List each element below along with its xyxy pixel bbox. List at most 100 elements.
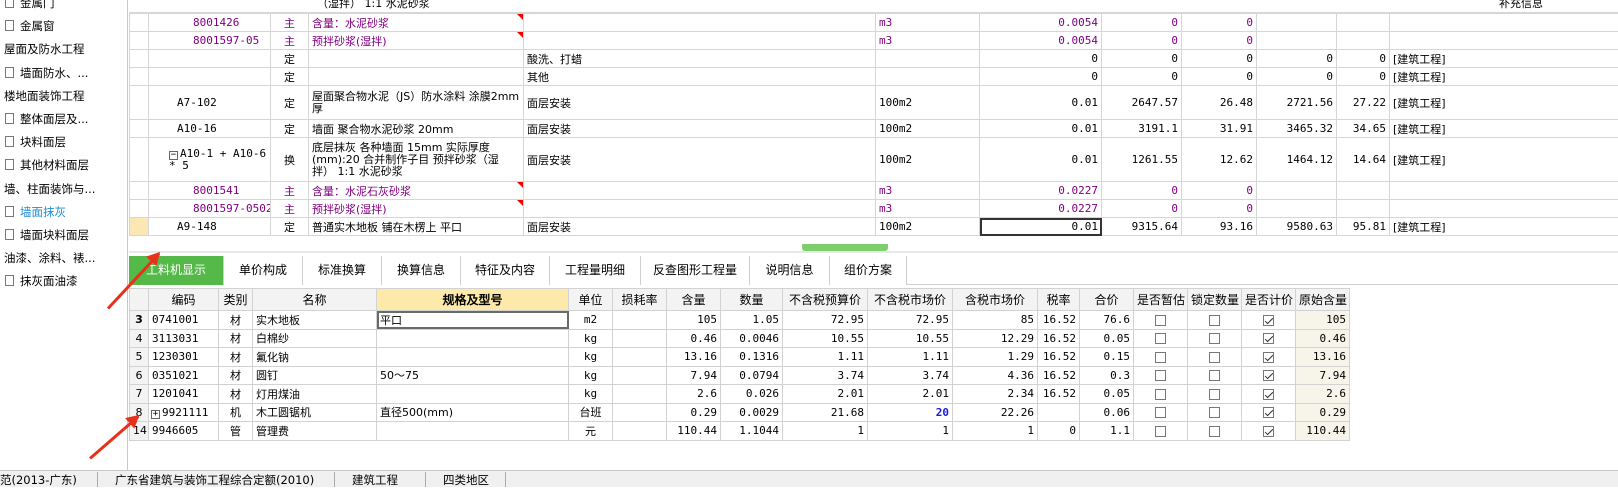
name-cell[interactable]: 含量：水泥砂浆 xyxy=(309,14,524,32)
lock-cell[interactable] xyxy=(1188,403,1242,422)
category-cell[interactable]: [建筑工程] xyxy=(1390,50,1618,68)
spec-cell[interactable] xyxy=(377,329,569,348)
type-cell[interactable]: 主 xyxy=(271,200,309,218)
checkbox[interactable] xyxy=(1263,370,1274,381)
priced-cell[interactable] xyxy=(1242,311,1296,330)
row-indicator[interactable] xyxy=(130,200,149,218)
table-row[interactable]: 8001597-05主预拌砂浆(湿拌)m30.005400 xyxy=(130,32,1618,50)
code-cell[interactable]: 8001597-0502 xyxy=(149,200,271,218)
code-cell[interactable]: 8001541 xyxy=(149,182,271,200)
content-cell[interactable]: 13.16 xyxy=(667,348,721,367)
checkbox[interactable] xyxy=(1209,389,1220,400)
cat-cell[interactable]: 机 xyxy=(219,403,253,422)
taxm-cell[interactable]: 4.36 xyxy=(953,366,1038,385)
column-header[interactable]: 名称 xyxy=(253,289,377,311)
type-cell[interactable]: 定 xyxy=(271,120,309,138)
loss-cell[interactable] xyxy=(613,403,667,422)
unit-cell[interactable]: 100m2 xyxy=(876,120,980,138)
sidebar-item[interactable]: 楼地面装饰工程 xyxy=(4,85,85,107)
checkbox[interactable] xyxy=(1263,389,1274,400)
cat-cell[interactable]: 材 xyxy=(219,311,253,330)
taxm-cell[interactable]: 2.34 xyxy=(953,385,1038,404)
category-cell[interactable]: [建筑工程] xyxy=(1390,68,1618,86)
spec-cell[interactable]: 平口 xyxy=(377,311,569,330)
table-row[interactable]: 30741001材实木地板平口m21051.0572.9572.958516.5… xyxy=(130,311,1350,330)
qty-cell[interactable]: 1.1044 xyxy=(721,422,783,441)
tax-cell[interactable]: 16.52 xyxy=(1038,385,1080,404)
budget-cell[interactable]: 1.11 xyxy=(783,348,868,367)
value-cell[interactable] xyxy=(1337,14,1390,32)
total-cell[interactable]: 0.05 xyxy=(1080,329,1134,348)
value-cell[interactable] xyxy=(1337,32,1390,50)
market-cell[interactable]: 2.01 xyxy=(868,385,953,404)
table-row[interactable]: A9-148定普通实木地板 铺在木楞上 平口面层安装100m20.019315.… xyxy=(130,218,1618,236)
market-cell[interactable]: 20 xyxy=(868,403,953,422)
checkbox[interactable] xyxy=(1155,333,1166,344)
tab-4[interactable]: 特征及内容 xyxy=(461,256,550,285)
tax-cell[interactable]: 16.52 xyxy=(1038,311,1080,330)
category-cell[interactable]: [建筑工程] xyxy=(1390,138,1618,182)
column-header[interactable]: 规格及型号 xyxy=(377,289,569,311)
code-cell[interactable] xyxy=(149,68,271,86)
value-cell[interactable]: 14.64 xyxy=(1337,138,1390,182)
total-cell[interactable]: 76.6 xyxy=(1080,311,1134,330)
column-header[interactable]: 锁定数量 xyxy=(1188,289,1242,311)
code-cell[interactable]: 0351021 xyxy=(149,366,219,385)
feature-cell[interactable] xyxy=(524,14,876,32)
name-cell[interactable]: 屋面聚合物水泥（JS）防水涂料 涂膜2mm厚 xyxy=(309,86,524,120)
quantity-cell[interactable]: 0.01 xyxy=(980,218,1102,236)
quota-table[interactable]: 8001426主含量：水泥砂浆m30.0054008001597-05主预拌砂浆… xyxy=(129,13,1618,236)
est-cell[interactable] xyxy=(1134,422,1188,441)
table-row[interactable]: 8001426主含量：水泥砂浆m30.005400 xyxy=(130,14,1618,32)
feature-cell[interactable] xyxy=(524,182,876,200)
unit-cell[interactable]: kg xyxy=(569,385,613,404)
checkbox[interactable] xyxy=(1155,352,1166,363)
column-header[interactable]: 含税市场价 xyxy=(953,289,1038,311)
table-row[interactable]: 51230301材氟化钠kg13.160.13161.111.111.2916.… xyxy=(130,348,1350,367)
column-header[interactable]: 数量 xyxy=(721,289,783,311)
total-cell[interactable]: 0.05 xyxy=(1080,385,1134,404)
est-cell[interactable] xyxy=(1134,403,1188,422)
loss-cell[interactable] xyxy=(613,366,667,385)
tab-7[interactable]: 说明信息 xyxy=(750,256,830,285)
lock-cell[interactable] xyxy=(1188,329,1242,348)
sum-cell[interactable]: 0 xyxy=(1182,32,1257,50)
orig-cell[interactable]: 13.16 xyxy=(1296,348,1350,367)
type-cell[interactable]: 主 xyxy=(271,32,309,50)
sidebar-item[interactable]: 墙面抹灰 xyxy=(5,201,66,223)
est-cell[interactable] xyxy=(1134,311,1188,330)
tax-cell[interactable]: 16.52 xyxy=(1038,366,1080,385)
code-cell[interactable]: −A10-1 + A10-6 * 5 xyxy=(149,138,271,182)
priced-cell[interactable] xyxy=(1242,366,1296,385)
est-cell[interactable] xyxy=(1134,348,1188,367)
budget-cell[interactable]: 1 xyxy=(783,422,868,441)
type-cell[interactable]: 定 xyxy=(271,50,309,68)
quantity-cell[interactable]: 0 xyxy=(980,68,1102,86)
value-cell[interactable]: 95.81 xyxy=(1337,218,1390,236)
value-cell[interactable]: 0 xyxy=(1337,50,1390,68)
sidebar-item[interactable]: 油漆、涂料、裱... xyxy=(4,247,95,269)
quota-grid[interactable]: （湿拌） 1:1 水泥砂浆 补充信息 8001426主含量：水泥砂浆m30.00… xyxy=(129,0,1618,242)
sum-cell[interactable]: 0 xyxy=(1182,182,1257,200)
feature-cell[interactable]: 面层安装 xyxy=(524,120,876,138)
loss-cell[interactable] xyxy=(613,385,667,404)
type-cell[interactable]: 定 xyxy=(271,218,309,236)
table-row[interactable]: 71201041材灯用煤油kg2.60.0262.012.012.3416.52… xyxy=(130,385,1350,404)
sum-cell[interactable]: 0 xyxy=(1182,200,1257,218)
tab-6[interactable]: 反查图形工程量 xyxy=(641,256,750,285)
row-indicator[interactable] xyxy=(130,86,149,120)
name-cell[interactable]: 白棉纱 xyxy=(253,329,377,348)
name-cell[interactable]: 圆钉 xyxy=(253,366,377,385)
value-cell[interactable] xyxy=(1337,182,1390,200)
row-indicator[interactable] xyxy=(130,50,149,68)
tab-3[interactable]: 换算信息 xyxy=(382,256,461,285)
table-row[interactable]: A7-102定屋面聚合物水泥（JS）防水涂料 涂膜2mm厚面层安装100m20.… xyxy=(130,86,1618,120)
tax-cell[interactable]: 0 xyxy=(1038,422,1080,441)
price-cell[interactable]: 0 xyxy=(1102,14,1182,32)
est-cell[interactable] xyxy=(1134,329,1188,348)
value-cell[interactable]: 2721.56 xyxy=(1257,86,1337,120)
quantity-cell[interactable]: 0.01 xyxy=(980,138,1102,182)
quantity-cell[interactable]: 0.0227 xyxy=(980,182,1102,200)
orig-cell[interactable]: 0.46 xyxy=(1296,329,1350,348)
budget-cell[interactable]: 72.95 xyxy=(783,311,868,330)
